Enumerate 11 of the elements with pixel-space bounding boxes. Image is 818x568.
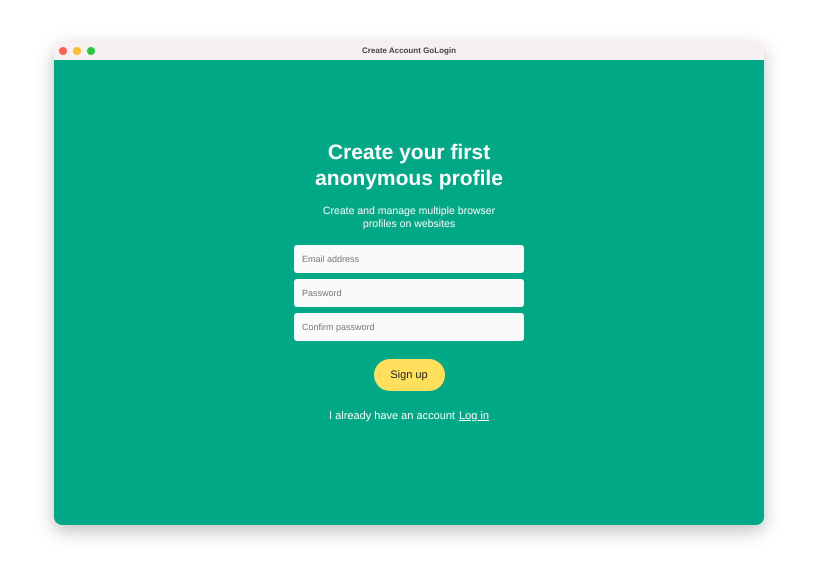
input-field[interactable]: Confirm password: [294, 313, 524, 341]
account-prompt: I already have an account: [329, 409, 455, 424]
minimize-button[interactable]: [73, 47, 81, 55]
input-field[interactable]: Email address: [294, 245, 524, 273]
sign-up-button[interactable]: Sign up: [374, 359, 444, 391]
subtitle: Create and manage multiple browser profiles on websites: [322, 205, 496, 231]
window-title: Create Account GoLogin: [362, 45, 456, 57]
input-field[interactable]: Password: [294, 279, 524, 307]
close-button[interactable]: [59, 47, 67, 55]
maximize-button[interactable]: [87, 47, 95, 55]
heading: Create your first anonymous profile: [314, 140, 504, 192]
